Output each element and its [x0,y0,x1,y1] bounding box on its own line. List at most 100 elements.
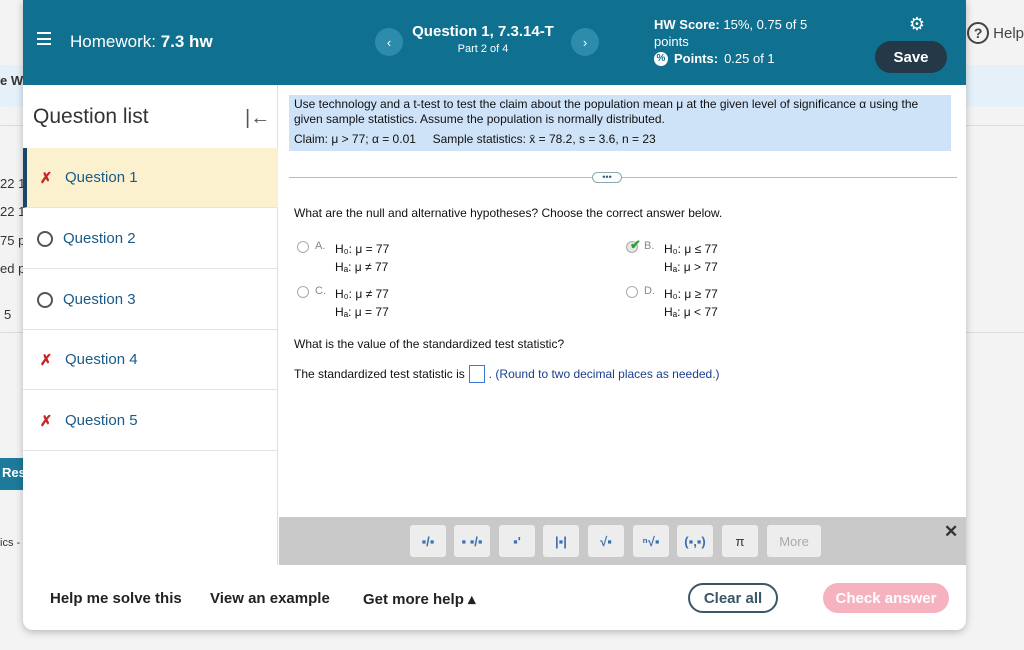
collapse-sidebar-icon[interactable]: |← [245,107,270,130]
background-fragment: 5 [4,307,12,322]
background-fragment: 75 p [0,233,26,248]
expand-dots-button[interactable]: ••• [592,172,622,183]
problem-text: Use technology and a t-test to test the … [294,97,919,126]
question-list-item[interactable]: ✗ Question 4 [23,330,278,390]
partial-credit-icon: ✗ [39,412,53,430]
clear-all-button[interactable]: Clear all [688,583,778,613]
rounding-instructions: . (Round to two decimal places as needed… [488,367,720,381]
question-list-label: Question 5 [65,412,138,429]
question-list-sidebar: Question list |← ✗ Question 1 Question 2… [23,85,278,565]
question-list-item[interactable]: ✗ Question 1 [23,148,278,208]
get-more-help-link[interactable]: Get more help ▴ [363,590,476,608]
partial-credit-icon: % [654,51,668,66]
next-question-button[interactable]: › [571,28,599,56]
choice-letter: C. [315,285,326,297]
question-modal: Homework: 7.3 hw ‹ Question 1, 7.3.14-T … [23,0,966,630]
points-row: % Points: 0.25 of 1 [654,51,775,66]
check-answer-button[interactable]: Check answer [823,583,949,613]
answer-choice-d[interactable]: D. H₀: μ ≥ 77 Hₐ: μ < 77 [626,285,718,321]
background-fragment: e W [0,73,24,88]
choice-letter: B. [644,240,655,252]
alternative-hypothesis: Hₐ: μ ≠ 77 [335,260,389,274]
partial-credit-icon: ✗ [39,351,53,369]
ordered-pair-button[interactable]: (▪,▪) [677,525,713,557]
claim-row: Claim: μ > 77; α = 0.01 Sample statistic… [294,132,946,147]
background-fragment: ics - [0,537,21,549]
points-label: Points: [674,51,719,66]
question-part: Part 2 of 4 [457,43,509,55]
help-me-solve-link[interactable]: Help me solve this [50,590,182,607]
choice-hypotheses: H₀: μ ≠ 77 Hₐ: μ = 77 [335,285,389,321]
settings-gear-icon[interactable]: ⚙ [907,14,927,34]
mixed-number-button[interactable]: ▪ ▪/▪ [454,525,490,557]
choice-hypotheses: H₀: μ ≥ 77 Hₐ: μ < 77 [664,285,718,321]
hypotheses-question: What are the null and alternative hypoth… [294,206,723,220]
problem-statement: Use technology and a t-test to test the … [289,95,951,151]
help-link[interactable]: ? Help [967,22,1024,44]
hw-score-label: HW Score: [654,17,720,32]
choice-radio[interactable] [626,286,638,298]
save-button[interactable]: Save [875,41,947,73]
hw-score: HW Score: 15%, 0.75 of 5 points [654,16,834,50]
statistic-question: What is the value of the standardized te… [294,337,565,351]
answer-choice-c[interactable]: C. H₀: μ ≠ 77 Hₐ: μ = 77 [297,285,389,321]
sample-statistics: Sample statistics: x̄ = 78.2, s = 3.6, n… [432,132,656,146]
alternative-hypothesis: Hₐ: μ > 77 [664,260,718,274]
choice-hypotheses: H₀: μ = 77 Hₐ: μ ≠ 77 [335,240,389,276]
partial-credit-icon: ✗ [39,169,53,187]
question-list-label: Question 1 [65,169,138,186]
math-input-toolbar: ▪/▪ ▪ ▪/▪ ▪' |▪| √▪ ⁿ√▪ (▪,▪) π More ✕ [279,517,966,565]
choice-letter: D. [644,285,655,297]
question-list-item[interactable]: Question 3 [23,270,278,330]
points-value: 0.25 of 1 [724,51,775,66]
section-divider [289,177,957,178]
help-icon: ? [967,22,990,44]
absolute-value-button[interactable]: |▪| [543,525,579,557]
choice-radio[interactable]: ✔ [626,237,641,253]
choice-radio[interactable] [297,286,309,298]
answer-choice-b[interactable]: ✔ B. H₀: μ ≤ 77 Hₐ: μ > 77 [626,237,718,276]
help-label: Help [993,24,1024,42]
choice-letter: A. [315,240,326,252]
background-fragment: 22 1 [0,204,26,219]
question-list-item[interactable]: Question 2 [23,209,278,269]
square-root-button[interactable]: √▪ [588,525,624,557]
unanswered-circle-icon [37,230,53,247]
question-list-item[interactable]: ✗ Question 5 [23,391,278,451]
unanswered-circle-icon [37,291,53,308]
background-fragment: ed p [0,261,26,276]
choice-hypotheses: H₀: μ ≤ 77 Hₐ: μ > 77 [664,240,718,276]
homework-label: Homework: [70,32,156,51]
answer-line: The standardized test statistic is . (Ro… [294,365,720,383]
nth-root-button[interactable]: ⁿ√▪ [633,525,669,557]
previous-question-button[interactable]: ‹ [375,28,403,56]
null-hypothesis: H₀: μ ≥ 77 [664,287,718,301]
question-list-title: Question list [33,105,149,128]
pi-button[interactable]: π [722,525,758,557]
view-example-link[interactable]: View an example [210,590,330,607]
header-bar: Homework: 7.3 hw ‹ Question 1, 7.3.14-T … [23,0,966,85]
question-list-label: Question 3 [63,291,136,308]
fraction-button[interactable]: ▪/▪ [410,525,446,557]
more-button[interactable]: More [767,525,821,557]
null-hypothesis: H₀: μ = 77 [335,242,390,256]
homework-name: 7.3 hw [160,32,213,51]
correct-check-icon: ✔ [630,237,641,252]
question-title: Question 1, 7.3.14-T [412,23,554,40]
close-toolbar-icon[interactable]: ✕ [944,522,958,542]
answer-prefix: The standardized test statistic is [294,367,465,381]
background-fragment: 22 1 [0,176,26,191]
footer-bar: Help me solve this View an example Get m… [23,565,966,630]
question-list-label: Question 4 [65,351,138,368]
test-statistic-input[interactable] [468,365,485,383]
homework-title: Homework: 7.3 hw [70,32,213,52]
exponent-button[interactable]: ▪' [499,525,535,557]
null-hypothesis: H₀: μ ≤ 77 [664,242,718,256]
question-list-label: Question 2 [63,230,136,247]
choice-radio[interactable] [297,241,309,253]
question-content: Use technology and a t-test to test the … [279,85,966,517]
alternative-hypothesis: Hₐ: μ < 77 [664,305,718,319]
hamburger-menu-icon[interactable] [37,32,51,45]
claim-text: Claim: μ > 77; α = 0.01 [294,132,416,146]
answer-choice-a[interactable]: A. H₀: μ = 77 Hₐ: μ ≠ 77 [297,240,389,276]
